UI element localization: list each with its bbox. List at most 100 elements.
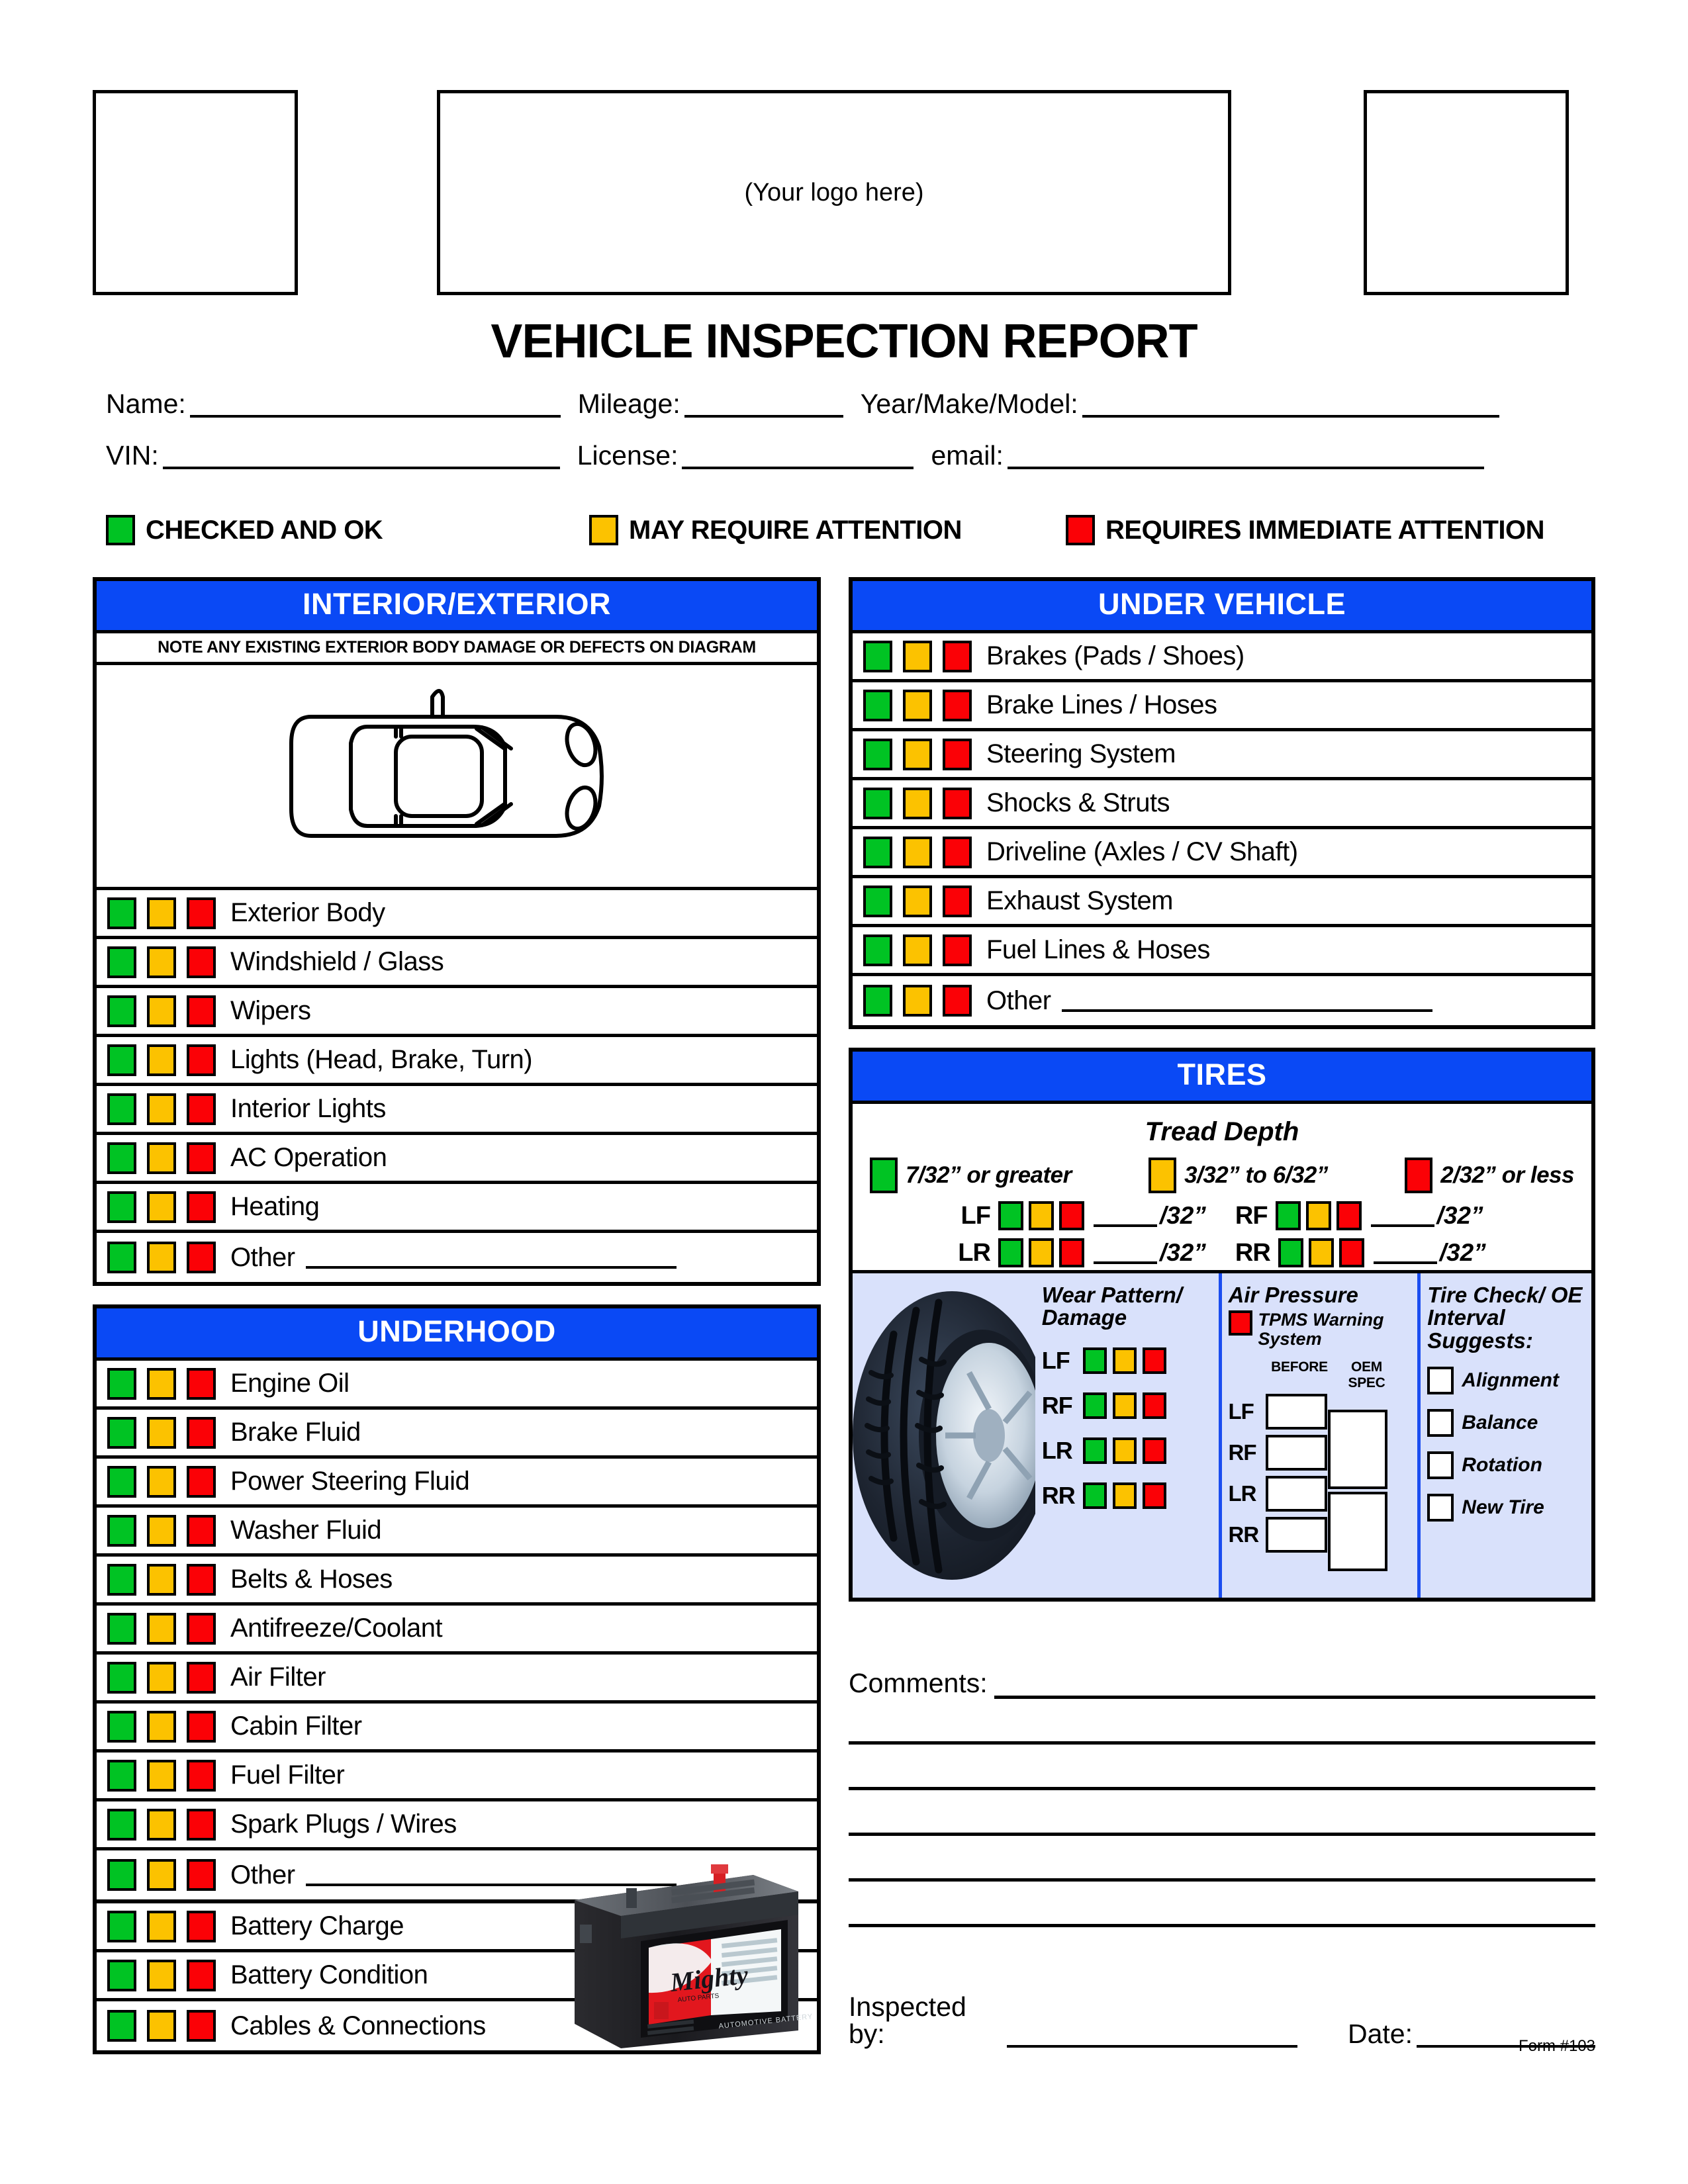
date-label[interactable]: Date:: [1348, 2021, 1417, 2048]
swatch-red-icon[interactable]: [187, 1142, 216, 1174]
swatch-yellow-icon[interactable]: [147, 1093, 176, 1125]
table-row[interactable]: Other: [853, 976, 1591, 1025]
tread-legend-swatch-icon[interactable]: [1149, 1158, 1177, 1193]
comments-input-line[interactable]: [849, 1790, 1595, 1836]
underhood-item-label[interactable]: Belts & Hoses: [230, 1565, 393, 1594]
legend-item[interactable]: MAY REQUIRE ATTENTION: [589, 510, 962, 551]
swatch-green-icon[interactable]: [863, 640, 892, 672]
tread-position-label[interactable]: LF: [961, 1202, 991, 1230]
checkbox[interactable]: [1427, 1366, 1454, 1394]
swatch-red-icon[interactable]: [187, 1416, 216, 1449]
tread-unit-label[interactable]: /32”: [1440, 1239, 1486, 1267]
air-pressure-before-input[interactable]: [1265, 1434, 1327, 1471]
swatch-red-icon[interactable]: [943, 934, 972, 966]
status-swatches[interactable]: [107, 1959, 216, 1991]
swatch-red-icon[interactable]: [187, 1612, 216, 1645]
info-field-label[interactable]: email:: [931, 442, 1007, 469]
table-row[interactable]: Lights (Head, Brake, Turn): [97, 1037, 817, 1086]
underhood-item-label[interactable]: Fuel Filter: [230, 1760, 345, 1790]
swatch-yellow-icon[interactable]: [147, 995, 176, 1027]
air-pressure-position-label[interactable]: RR: [1229, 1522, 1266, 1547]
status-swatches[interactable]: [107, 1465, 216, 1498]
battery-item-label[interactable]: Cables & Connections: [230, 2011, 486, 2041]
tread-legend-label[interactable]: 3/32” to 6/32”: [1184, 1162, 1328, 1189]
swatch-green-icon[interactable]: [863, 787, 892, 819]
status-swatches[interactable]: [107, 1859, 216, 1891]
swatch-green-icon[interactable]: [107, 1661, 136, 1694]
tire-check-option-label[interactable]: Rotation: [1462, 1454, 1542, 1477]
checkbox[interactable]: [1427, 1493, 1454, 1522]
swatch-red-icon[interactable]: [1142, 1437, 1166, 1464]
info-field-input[interactable]: [189, 392, 561, 418]
legend-swatch-icon[interactable]: [1066, 515, 1095, 545]
table-row[interactable]: Steering System: [853, 731, 1591, 780]
swatch-yellow-icon[interactable]: [903, 689, 932, 721]
swatch-yellow-icon[interactable]: [903, 836, 932, 868]
table-row[interactable]: Washer Fluid: [97, 1508, 817, 1557]
swatch-yellow-icon[interactable]: [147, 1612, 176, 1645]
tire-check-option[interactable]: Rotation: [1427, 1451, 1585, 1479]
swatch-red-icon[interactable]: [187, 1044, 216, 1076]
tread-unit-label[interactable]: /32”: [1160, 1202, 1206, 1230]
swatch-red-icon[interactable]: [187, 1808, 216, 1841]
under-vehicle-item-label[interactable]: Brakes (Pads / Shoes): [986, 641, 1244, 671]
swatch-yellow-icon[interactable]: [147, 1710, 176, 1743]
swatch-red-icon[interactable]: [187, 1465, 216, 1498]
interior-exterior-item-label[interactable]: AC Operation: [230, 1143, 387, 1173]
info-field-input[interactable]: [684, 392, 843, 418]
swatch-red-icon[interactable]: [1142, 1347, 1166, 1374]
swatch-red-icon[interactable]: [943, 985, 972, 1017]
info-field-input[interactable]: [682, 444, 914, 469]
wear-pattern-position-label[interactable]: LF: [1042, 1347, 1083, 1375]
info-field-label[interactable]: Year/Make/Model:: [861, 390, 1082, 418]
swatch-red-icon[interactable]: [187, 1563, 216, 1596]
tread-unit-label[interactable]: /32”: [1437, 1202, 1483, 1230]
tread-position-label[interactable]: LR: [958, 1239, 991, 1267]
status-swatches[interactable]: [863, 738, 972, 770]
status-swatches[interactable]: [107, 1759, 216, 1792]
interior-exterior-item-label[interactable]: Wipers: [230, 996, 311, 1026]
swatch-yellow-icon[interactable]: [147, 1191, 176, 1223]
table-row[interactable]: Windshield / Glass: [97, 939, 817, 988]
swatch-green-icon[interactable]: [107, 1710, 136, 1743]
swatch-red-icon[interactable]: [187, 1910, 216, 1942]
swatch-yellow-icon[interactable]: [147, 1859, 176, 1891]
info-field-label[interactable]: Mileage:: [578, 390, 684, 418]
wear-pattern-row[interactable]: LF: [1042, 1347, 1212, 1375]
comments-input-line[interactable]: [849, 1745, 1595, 1790]
oem-spec-box[interactable]: [1327, 1492, 1387, 1571]
tread-legend-swatch-icon[interactable]: [1405, 1158, 1433, 1193]
status-swatches[interactable]: [107, 1093, 216, 1125]
status-swatches[interactable]: [107, 1612, 216, 1645]
status-swatches[interactable]: [863, 836, 972, 868]
comments-input-line[interactable]: [849, 1836, 1595, 1882]
tread-depth-input[interactable]: [1373, 1242, 1437, 1264]
legend-item[interactable]: REQUIRES IMMEDIATE ATTENTION: [1066, 510, 1545, 551]
table-row[interactable]: AC Operation: [97, 1135, 817, 1184]
swatch-yellow-icon[interactable]: [1112, 1437, 1137, 1464]
tire-check-option-label[interactable]: Balance: [1462, 1412, 1538, 1434]
swatch-green-icon[interactable]: [863, 885, 892, 917]
swatch-yellow-icon[interactable]: [1112, 1482, 1137, 1509]
table-row[interactable]: Brake Fluid: [97, 1410, 817, 1459]
swatch-green-icon[interactable]: [1275, 1201, 1301, 1230]
battery-item-label[interactable]: Battery Charge: [230, 1911, 404, 1941]
table-row[interactable]: Power Steering Fluid: [97, 1459, 817, 1508]
info-field[interactable]: Name:: [106, 390, 561, 418]
swatch-red-icon[interactable]: [187, 1191, 216, 1223]
air-pressure-before-input[interactable]: [1265, 1393, 1327, 1430]
table-row[interactable]: Antifreeze/Coolant: [97, 1606, 817, 1655]
under-vehicle-item-label[interactable]: Shocks & Struts: [986, 788, 1170, 818]
swatch-green-icon[interactable]: [1082, 1482, 1107, 1509]
comments-input-line[interactable]: [994, 1672, 1595, 1699]
swatch-green-icon[interactable]: [1082, 1437, 1107, 1464]
legend-swatch-icon[interactable]: [589, 515, 618, 545]
swatch-yellow-icon[interactable]: [147, 1465, 176, 1498]
info-field[interactable]: Year/Make/Model:: [861, 390, 1499, 418]
swatch-green-icon[interactable]: [107, 1465, 136, 1498]
swatch-yellow-icon[interactable]: [147, 1661, 176, 1694]
swatch-yellow-icon[interactable]: [1028, 1201, 1054, 1230]
interior-exterior-item-label[interactable]: Lights (Head, Brake, Turn): [230, 1045, 533, 1075]
swatch-yellow-icon[interactable]: [1112, 1347, 1137, 1374]
inspected-by-field[interactable]: Inspected by:: [849, 1993, 1297, 2048]
